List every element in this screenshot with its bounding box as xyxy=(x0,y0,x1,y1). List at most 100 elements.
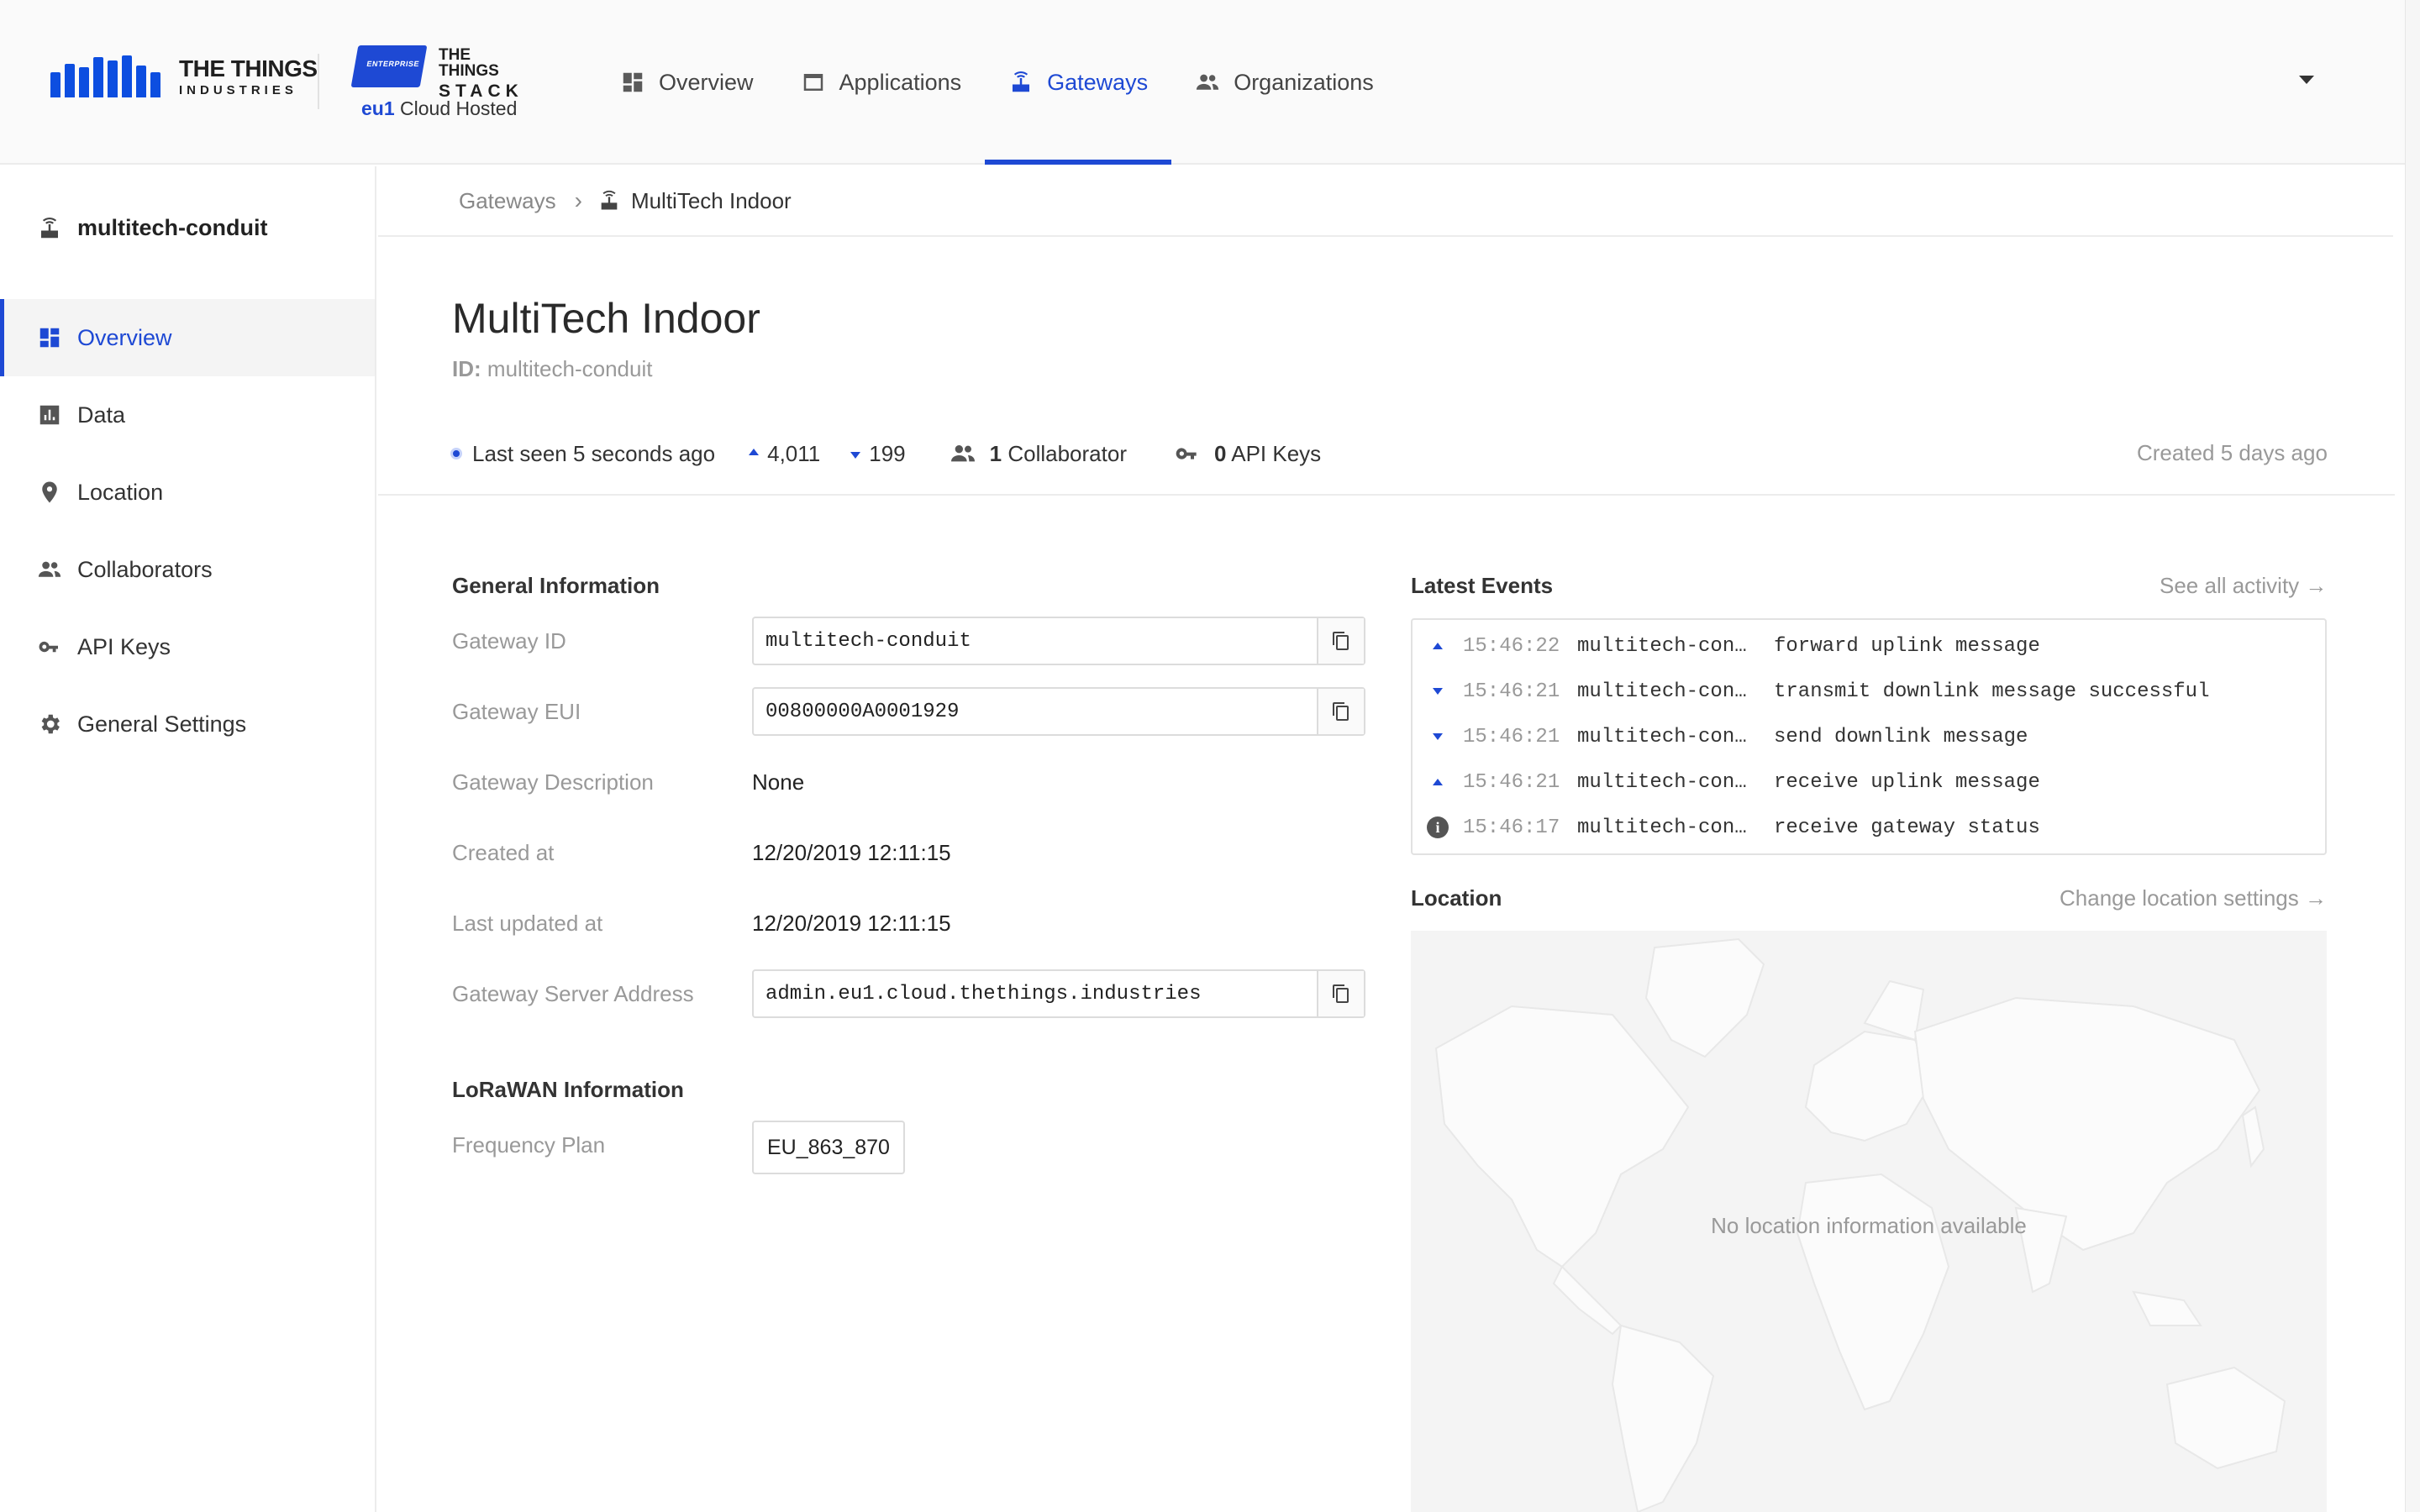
last-seen-status: Last seen 5 seconds ago xyxy=(472,440,716,466)
sidebar-item-api-keys[interactable]: API Keys xyxy=(0,608,375,685)
copy-gateway-id-button[interactable] xyxy=(1317,618,1364,664)
frequency-plan-label: Frequency Plan xyxy=(452,1132,606,1158)
created-at-label: Created at xyxy=(452,840,555,865)
event-message: transmit downlink message successful xyxy=(1774,680,2210,703)
breadcrumb-current: MultiTech Indoor xyxy=(597,188,792,214)
api-keys-count: 0 xyxy=(1213,440,1227,466)
divider xyxy=(378,494,2395,496)
location-heading: Location xyxy=(1411,885,1502,911)
people-icon xyxy=(950,445,975,462)
page-scrollbar[interactable] xyxy=(2405,0,2420,1512)
the-things-industries-logo[interactable]: THE THINGS INDUSTRIES xyxy=(50,55,318,97)
breadcrumb-separator: › xyxy=(574,187,582,213)
sidebar-item-collaborators[interactable]: Collaborators xyxy=(0,531,375,608)
sidebar: multitech-conduit Overview Data Location… xyxy=(0,166,376,1512)
sidebar-item-overview[interactable]: Overview xyxy=(0,299,375,376)
map-pin-icon xyxy=(42,481,57,503)
copy-gateway-eui-button[interactable] xyxy=(1317,689,1364,734)
sidebar-item-general-settings[interactable]: General Settings xyxy=(0,685,375,763)
change-location-settings-link[interactable]: Change location settings → xyxy=(2060,885,2327,911)
uplink-arrow-icon xyxy=(749,449,760,455)
people-icon xyxy=(1197,74,1219,90)
nav-organizations-label: Organizations xyxy=(1234,69,1374,95)
general-information-heading: General Information xyxy=(452,573,660,598)
latest-events-heading: Latest Events xyxy=(1411,573,1554,598)
uplink-arrow-icon xyxy=(1433,643,1443,649)
event-time: 15:46:22 xyxy=(1463,634,1560,658)
event-gateway-id: multitech-con… xyxy=(1577,816,1747,839)
gateway-stats-bar: Last seen 5 seconds ago 4,011 199 1 Coll… xyxy=(450,437,1321,470)
frequency-plan-value: EU_863_870 xyxy=(752,1121,905,1174)
api-keys-link[interactable]: 0 API Keys xyxy=(1214,441,1321,467)
see-all-activity-link[interactable]: See all activity → xyxy=(2160,573,2327,599)
sidebar-item-label: General Settings xyxy=(77,711,247,737)
gateway-description-label: Gateway Description xyxy=(452,769,654,795)
gateway-server-address-label: Gateway Server Address xyxy=(452,981,694,1006)
gateway-id-value: multitech-conduit xyxy=(487,356,653,381)
cluster-info: eu1 Cloud Hosted xyxy=(361,97,517,120)
event-message: receive gateway status xyxy=(1774,816,2040,839)
page-title: MultiTech Indoor xyxy=(452,295,760,342)
gateway-eui-label: Gateway EUI xyxy=(452,699,581,724)
gateway-id-label: Gateway ID xyxy=(452,628,566,654)
sidebar-item-label: Location xyxy=(77,479,164,505)
cluster-name: eu1 xyxy=(361,97,395,119)
created-ago: Created 5 days ago xyxy=(2137,440,2328,465)
copy-icon xyxy=(1333,632,1349,650)
gateway-server-address-field: admin.eu1.cloud.thethings.industries xyxy=(752,969,1365,1018)
event-row[interactable]: 15:46:22 multitech-con… forward uplink m… xyxy=(1413,623,2325,669)
stack-badge: ENTERPRISE xyxy=(366,60,420,68)
event-row[interactable]: 15:46:21 multitech-con… transmit downlin… xyxy=(1413,669,2325,714)
sidebar-title-label: multitech-conduit xyxy=(77,215,268,240)
downlink-arrow-icon xyxy=(1433,688,1443,695)
main-nav: Overview Applications Gateways Organizat… xyxy=(620,0,1421,165)
nav-gateways[interactable]: Gateways xyxy=(985,0,1172,165)
location-map[interactable]: No location information available xyxy=(1411,931,2327,1512)
tti-logo-mark xyxy=(50,55,160,97)
last-updated-at-value: 12/20/2019 12:11:15 xyxy=(752,911,951,936)
gateway-id-subtitle: ID: multitech-conduit xyxy=(452,356,652,382)
user-menu-caret-icon[interactable] xyxy=(2299,76,2314,84)
event-time: 15:46:21 xyxy=(1463,725,1560,748)
nav-organizations[interactable]: Organizations xyxy=(1195,0,1374,165)
breadcrumb-gateways-link[interactable]: Gateways xyxy=(459,188,556,214)
event-time: 15:46:17 xyxy=(1463,816,1560,839)
event-row[interactable]: 15:46:21 multitech-con… receive uplink m… xyxy=(1413,759,2325,805)
router-icon xyxy=(1013,71,1030,92)
people-icon xyxy=(38,561,61,577)
downlink-arrow-icon xyxy=(850,452,861,459)
sidebar-item-location[interactable]: Location xyxy=(0,454,375,531)
router-icon xyxy=(41,217,58,238)
uplink-count: 4,011 xyxy=(767,440,821,466)
gateway-description-value: None xyxy=(752,769,805,795)
nav-overview-label: Overview xyxy=(659,69,754,95)
sidebar-item-label: API Keys xyxy=(77,633,171,659)
events-list: 15:46:22 multitech-con… forward uplink m… xyxy=(1411,618,2327,855)
event-gateway-id: multitech-con… xyxy=(1577,725,1747,748)
gateway-eui-field-value[interactable]: 00800000A0001929 xyxy=(754,701,1317,723)
event-row[interactable]: i 15:46:17 multitech-con… receive gatewa… xyxy=(1413,805,2325,850)
event-message: send downlink message xyxy=(1774,725,2028,748)
status-dot-icon xyxy=(450,448,462,459)
stack-logo-line1: THE THINGS xyxy=(439,46,499,80)
nav-applications-label: Applications xyxy=(839,69,962,95)
nav-applications[interactable]: Applications xyxy=(801,0,962,165)
tti-logo-line1: THE THINGS xyxy=(179,55,318,81)
gateway-id-field-value[interactable]: multitech-conduit xyxy=(754,630,1317,653)
logo-divider xyxy=(318,54,319,109)
created-at-value: 12/20/2019 12:11:15 xyxy=(752,840,951,865)
gateway-server-address-value[interactable]: admin.eu1.cloud.thethings.industries xyxy=(754,983,1317,1005)
stack-logo-mark: ENTERPRISE xyxy=(350,45,428,87)
sidebar-item-data[interactable]: Data xyxy=(0,376,375,454)
gear-icon xyxy=(41,714,60,734)
dashboard-icon xyxy=(623,72,643,92)
event-row[interactable]: 15:46:21 multitech-con… send downlink me… xyxy=(1413,714,2325,759)
event-gateway-id: multitech-con… xyxy=(1577,634,1747,658)
copy-server-address-button[interactable] xyxy=(1317,971,1364,1016)
nav-overview[interactable]: Overview xyxy=(620,0,754,165)
event-time: 15:46:21 xyxy=(1463,770,1560,794)
collaborators-link[interactable]: 1 Collaborator xyxy=(990,441,1127,467)
sidebar-item-label: Data xyxy=(77,402,126,428)
window-icon xyxy=(803,74,823,91)
sidebar-item-label: Collaborators xyxy=(77,556,213,582)
